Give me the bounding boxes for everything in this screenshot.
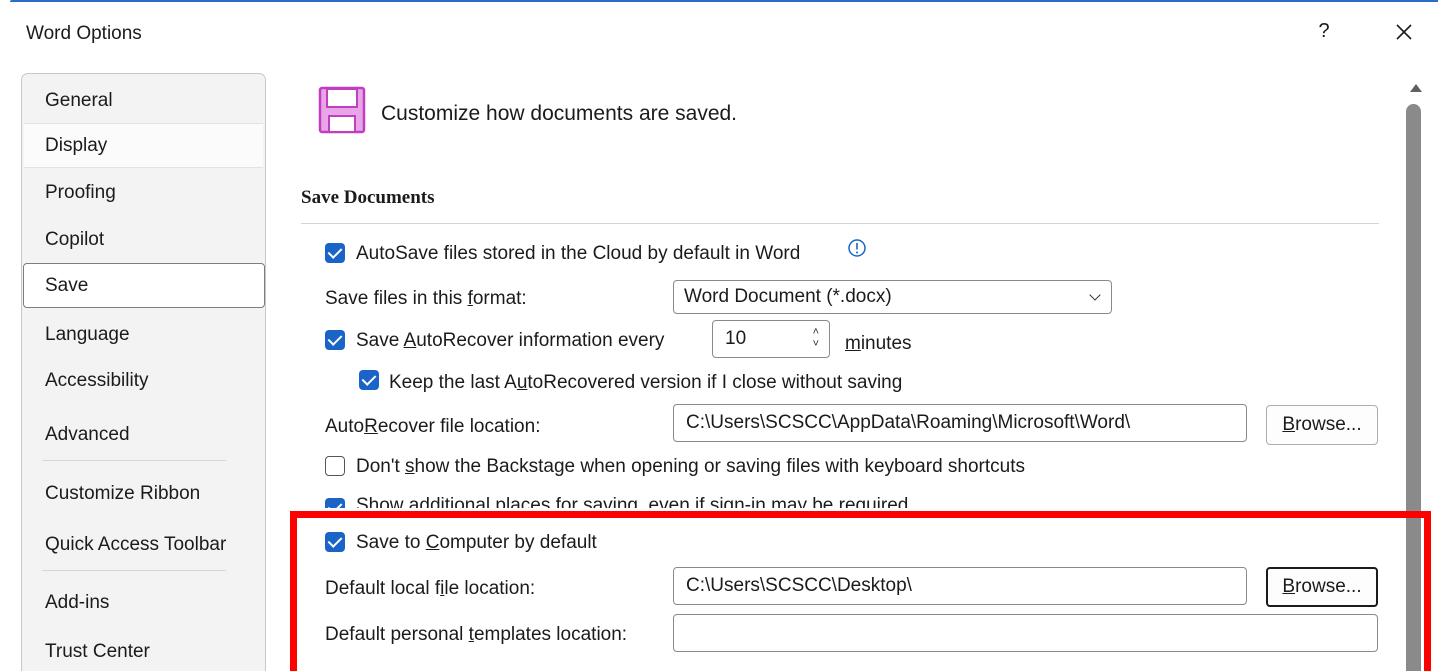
additional-places-checkbox[interactable] [325, 498, 345, 508]
additional-places-row: Show additional places for saving, even … [300, 488, 1300, 508]
backstage-label: Don't show the Backstage when opening or… [356, 456, 1026, 477]
keep-last-autorecovered-checkbox[interactable] [359, 370, 379, 390]
autorecover-minutes-value: 10 [725, 328, 747, 349]
additional-places-label: Show additional places for saving, even … [356, 495, 914, 508]
autorecover-location-label: AutoRecover file location: [325, 416, 541, 437]
sidebar-divider [42, 570, 226, 571]
info-icon[interactable] [847, 238, 867, 258]
close-icon[interactable] [1392, 20, 1416, 44]
scroll-up-arrow-icon[interactable] [1410, 84, 1422, 92]
sidebar-item-display[interactable]: Display [24, 123, 263, 168]
sidebar-divider [42, 460, 226, 461]
file-format-dropdown[interactable]: Word Document (*.docx) [673, 280, 1112, 314]
highlight-box [290, 511, 1431, 671]
sidebar-item-advanced[interactable]: Advanced [24, 412, 263, 457]
section-divider [301, 223, 1379, 224]
sidebar-item-add-ins[interactable]: Add-ins [24, 580, 263, 625]
autosave-checkbox[interactable] [325, 243, 345, 263]
autorecover-minutes-spinner[interactable]: 10 ˄ ˅ [712, 320, 830, 358]
floppy-disk-icon [318, 86, 366, 134]
sidebar-item-copilot[interactable]: Copilot [24, 217, 263, 262]
sidebar-item-language[interactable]: Language [24, 312, 263, 357]
sidebar-item-customize-ribbon[interactable]: Customize Ribbon [24, 471, 263, 516]
section-title: Save Documents [301, 187, 435, 208]
autorecover-label: Save AutoRecover information every [356, 330, 665, 351]
dialog-title: Word Options [26, 23, 142, 44]
chevron-down-icon [1089, 289, 1101, 301]
page-headline: Customize how documents are saved. [381, 102, 738, 125]
file-format-value: Word Document (*.docx) [684, 286, 892, 307]
help-button[interactable]: ? [1314, 20, 1334, 43]
sidebar-item-accessibility[interactable]: Accessibility [24, 358, 263, 403]
spinner-arrows-icon[interactable]: ˄ ˅ [813, 326, 819, 350]
minutes-label: minutes [845, 333, 912, 354]
format-label: Save files in this format: [325, 288, 527, 309]
autorecover-browse-button[interactable]: Browse... [1266, 405, 1378, 445]
autosave-label: AutoSave files stored in the Cloud by de… [356, 243, 801, 264]
options-sidebar: General Display Proofing Copilot Save La… [21, 73, 266, 671]
sidebar-item-save[interactable]: Save [23, 263, 265, 308]
sidebar-item-general[interactable]: General [24, 78, 263, 123]
autorecover-checkbox[interactable] [325, 330, 345, 350]
sidebar-item-proofing[interactable]: Proofing [24, 170, 263, 215]
autorecover-location-input[interactable]: C:\Users\SCSCC\AppData\Roaming\Microsoft… [673, 404, 1247, 442]
window-top-border [0, 0, 1438, 9]
sidebar-item-quick-access-toolbar[interactable]: Quick Access Toolbar [24, 522, 263, 567]
keep-last-autorecovered-label: Keep the last AutoRecovered version if I… [389, 372, 903, 393]
backstage-checkbox[interactable] [325, 456, 345, 476]
sidebar-item-trust-center[interactable]: Trust Center [24, 629, 263, 671]
